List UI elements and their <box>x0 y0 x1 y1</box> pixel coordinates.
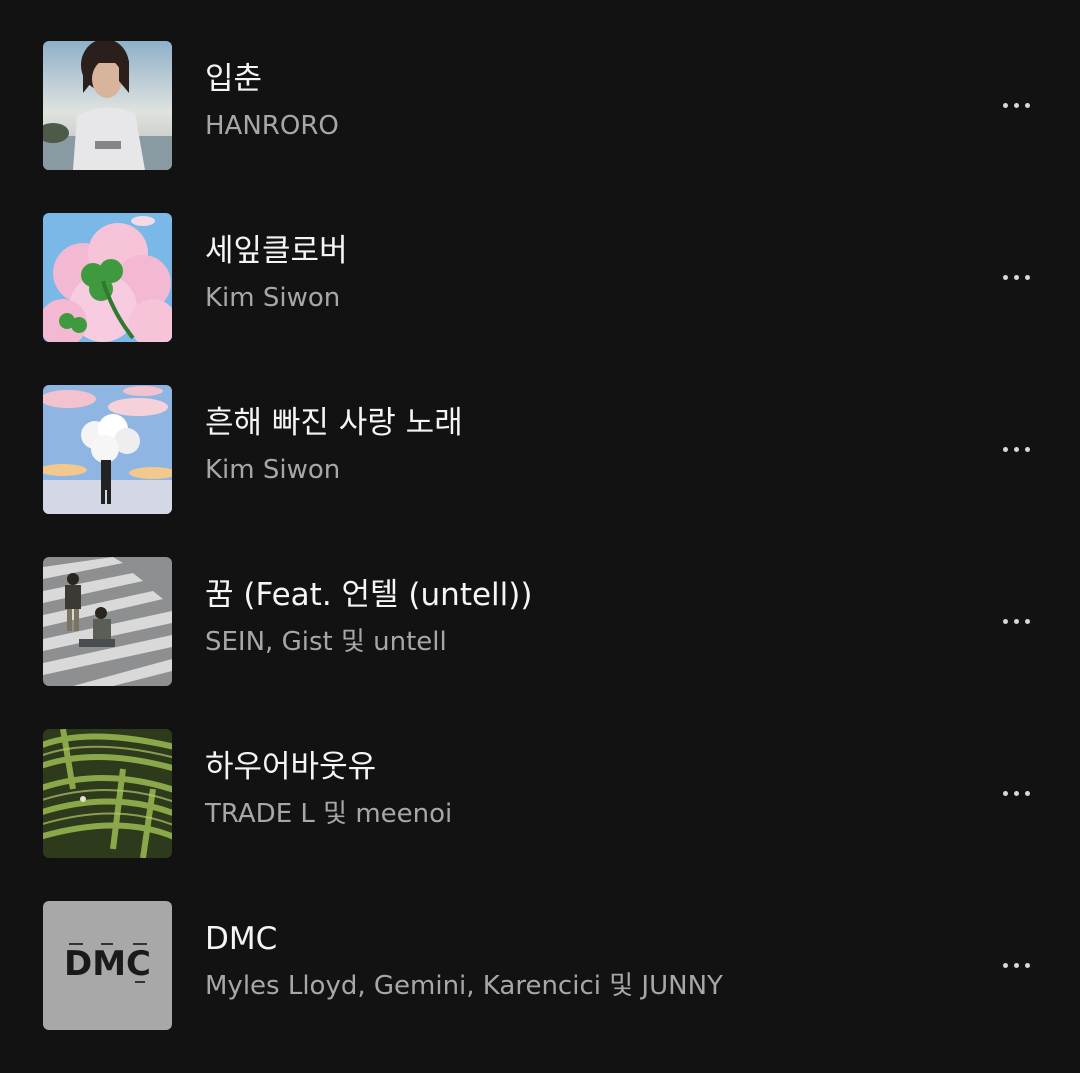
more-horizontal-icon-dot <box>1013 618 1019 624</box>
track-title: DMC <box>205 921 278 957</box>
more-options-button[interactable] <box>990 773 1042 813</box>
track-row[interactable]: DMC DMC Myles Lloyd, Gemini, Karencici 및… <box>0 901 1080 1073</box>
track-artist: HANRORO <box>205 111 339 141</box>
track-row[interactable]: 꿈 (Feat. 언텔 (untell)) SEIN, Gist 및 untel… <box>0 557 1080 729</box>
more-horizontal-icon <box>1002 274 1008 280</box>
more-horizontal-icon-dot <box>1024 790 1030 796</box>
track-list: 입춘 HANRORO 세잎클로버 Kim Siwon 흔해 빠진 사랑 노래 K… <box>0 0 1080 1063</box>
track-title: 꿈 (Feat. 언텔 (untell)) <box>205 577 533 613</box>
track-row[interactable]: 입춘 HANRORO <box>0 41 1080 213</box>
more-horizontal-icon <box>1002 618 1008 624</box>
album-cover <box>43 729 172 858</box>
track-artist: Myles Lloyd, Gemini, Karencici 및 JUNNY <box>205 971 723 1001</box>
dmc-logo-text: DMC <box>64 944 151 984</box>
flower-head-illustration-icon <box>43 385 172 514</box>
more-horizontal-icon <box>1002 446 1008 452</box>
track-artist: Kim Siwon <box>205 455 341 485</box>
more-horizontal-icon <box>1002 790 1008 796</box>
more-horizontal-icon-dot <box>1013 102 1019 108</box>
more-horizontal-icon <box>1002 962 1008 968</box>
dmc-logo-icon: DMC <box>43 901 172 1030</box>
more-horizontal-icon-dot <box>1013 790 1019 796</box>
track-artist: TRADE L 및 meenoi <box>205 799 453 829</box>
more-horizontal-icon <box>1002 102 1008 108</box>
album-cover <box>43 41 172 170</box>
track-row[interactable]: 세잎클로버 Kim Siwon <box>0 213 1080 385</box>
track-title: 하우어바웃유 <box>205 749 377 785</box>
track-row[interactable]: 흔해 빠진 사랑 노래 Kim Siwon <box>0 385 1080 557</box>
more-horizontal-icon-dot <box>1024 446 1030 452</box>
more-horizontal-icon-dot <box>1024 102 1030 108</box>
track-title: 흔해 빠진 사랑 노래 <box>205 405 463 441</box>
photo-girl-seaside-icon <box>43 41 172 170</box>
track-artist: SEIN, Gist 및 untell <box>205 627 447 657</box>
more-options-button[interactable] <box>990 601 1042 641</box>
more-horizontal-icon-dot <box>1013 962 1019 968</box>
more-horizontal-icon-dot <box>1024 962 1030 968</box>
hedge-maze-icon <box>43 729 172 858</box>
more-options-button[interactable] <box>990 85 1042 125</box>
crosswalk-photo-icon <box>43 557 172 686</box>
track-title: 입춘 <box>205 61 263 97</box>
track-artist: Kim Siwon <box>205 283 341 313</box>
album-cover <box>43 385 172 514</box>
more-options-button[interactable] <box>990 945 1042 985</box>
album-cover: DMC <box>43 901 172 1030</box>
more-horizontal-icon-dot <box>1024 618 1030 624</box>
more-options-button[interactable] <box>990 429 1042 469</box>
more-options-button[interactable] <box>990 257 1042 297</box>
track-title: 세잎클로버 <box>205 233 348 269</box>
clover-pink-cloud-icon <box>43 213 172 342</box>
more-horizontal-icon-dot <box>1024 274 1030 280</box>
more-horizontal-icon-dot <box>1013 274 1019 280</box>
track-row[interactable]: 하우어바웃유 TRADE L 및 meenoi <box>0 729 1080 901</box>
album-cover <box>43 213 172 342</box>
more-horizontal-icon-dot <box>1013 446 1019 452</box>
album-cover <box>43 557 172 686</box>
